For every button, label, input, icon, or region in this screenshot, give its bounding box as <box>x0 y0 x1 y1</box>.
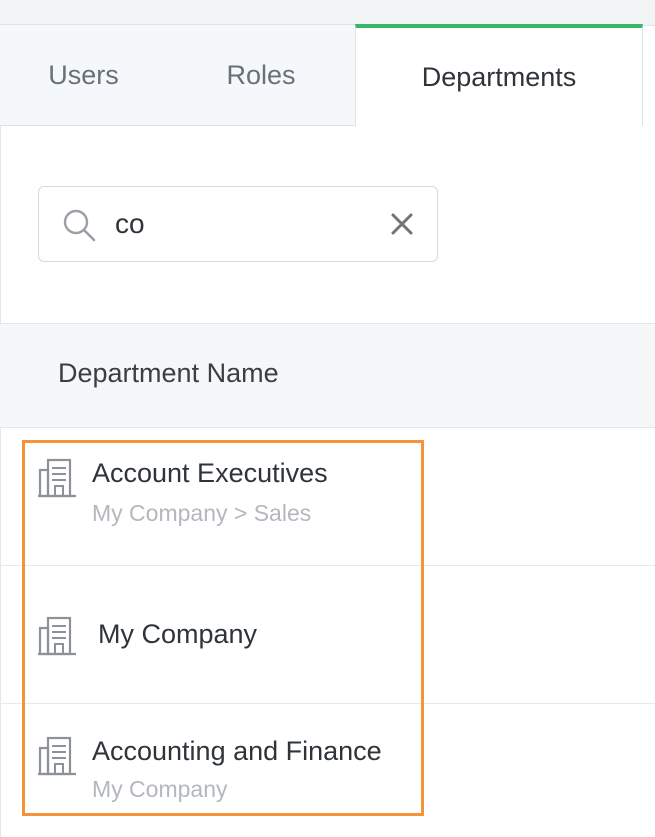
table-row[interactable]: My Company <box>0 566 655 704</box>
close-icon[interactable] <box>387 209 417 239</box>
tab-departments[interactable]: Departments <box>355 24 643 126</box>
column-header-department-name[interactable]: Department Name <box>58 358 279 389</box>
building-icon <box>38 458 76 498</box>
table-row[interactable]: Account Executives My Company > Sales <box>0 428 655 566</box>
department-name: Accounting and Finance <box>92 736 382 766</box>
department-name: Account Executives <box>92 458 328 488</box>
tab-roles[interactable]: Roles <box>167 24 356 126</box>
department-path: My Company <box>92 776 228 802</box>
search-icon <box>63 209 96 242</box>
search-box[interactable] <box>38 186 438 262</box>
building-icon <box>38 736 76 776</box>
table-header: Department Name <box>0 323 655 428</box>
department-path: My Company > Sales <box>92 500 312 526</box>
department-name: My Company <box>98 619 258 649</box>
search-input[interactable] <box>115 201 375 247</box>
top-strip <box>0 0 655 26</box>
tab-bar: Users Roles Departments <box>0 24 655 126</box>
table-row[interactable]: Accounting and Finance My Company <box>0 704 655 837</box>
tab-users[interactable]: Users <box>0 24 168 126</box>
building-icon <box>38 616 76 656</box>
